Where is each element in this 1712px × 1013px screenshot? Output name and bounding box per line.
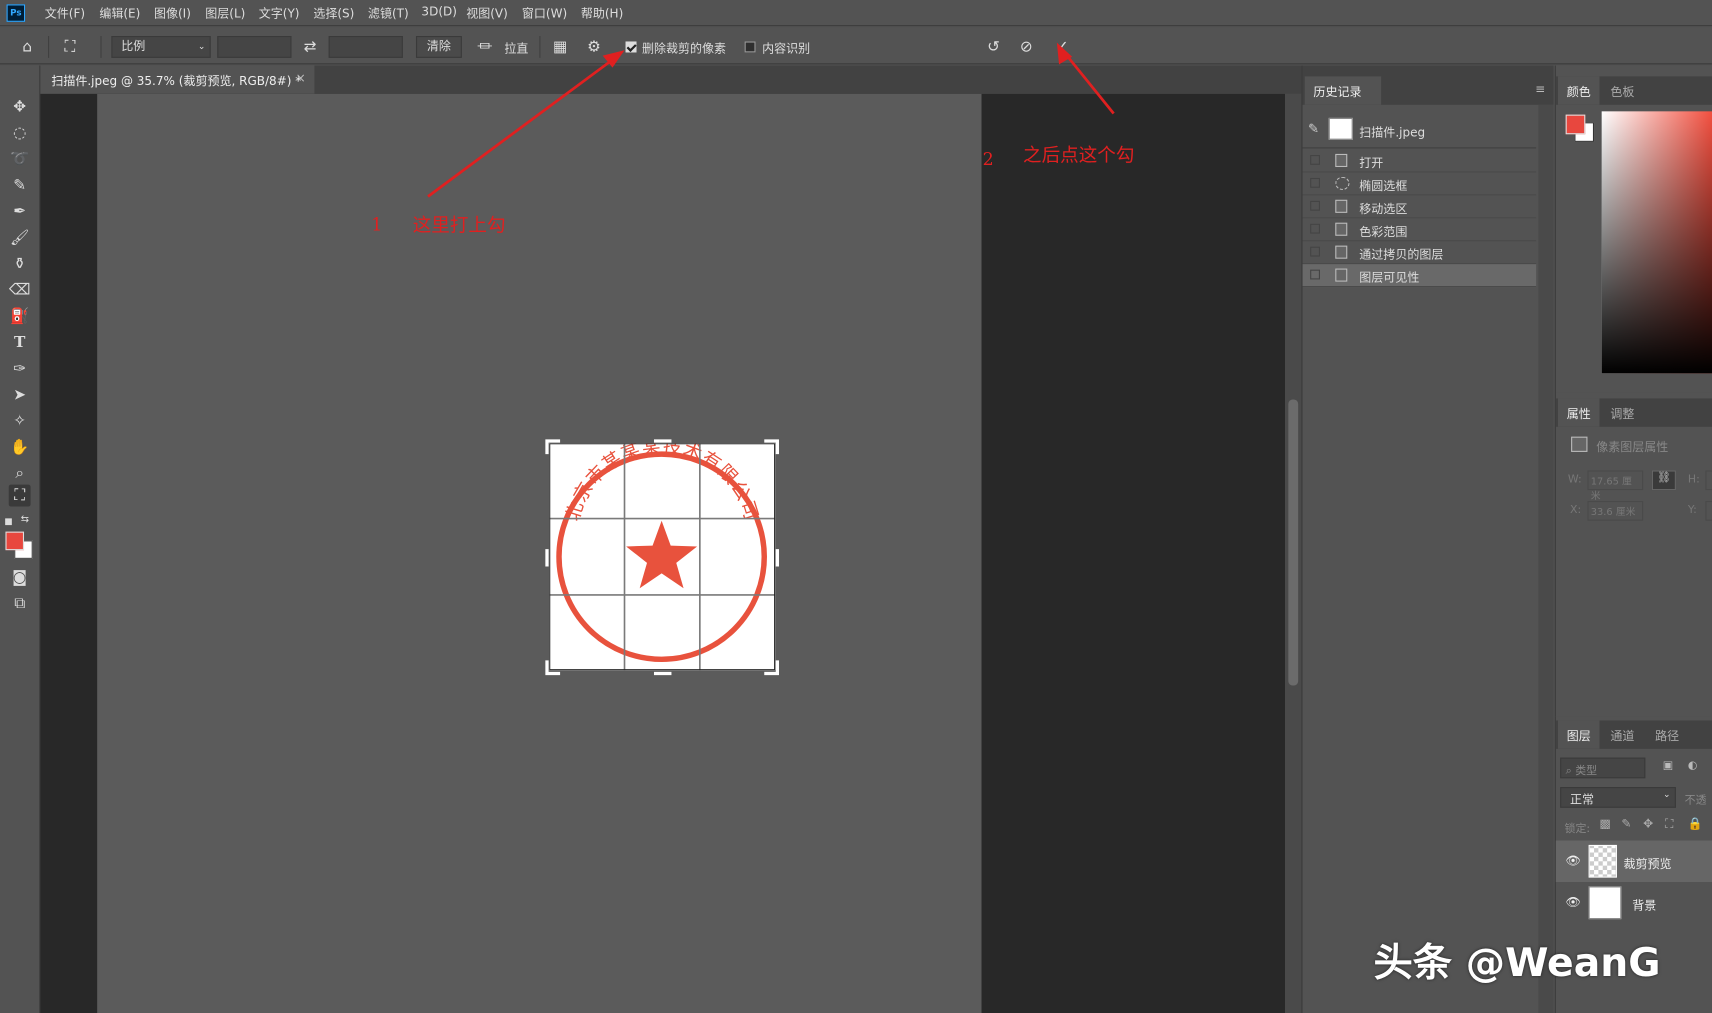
step2-text: 之后点这个勾 xyxy=(1023,145,1135,168)
annotation-arrows xyxy=(427,42,1115,198)
step1-text: 这里打上勾 xyxy=(412,215,506,237)
watermark: 头条 @WeanG xyxy=(1373,940,1661,986)
step2-number: 2 xyxy=(982,148,994,170)
arrow-to-checkbox xyxy=(427,57,615,198)
arrow-to-commit xyxy=(1062,50,1115,115)
step1-number: 1 xyxy=(371,213,383,235)
